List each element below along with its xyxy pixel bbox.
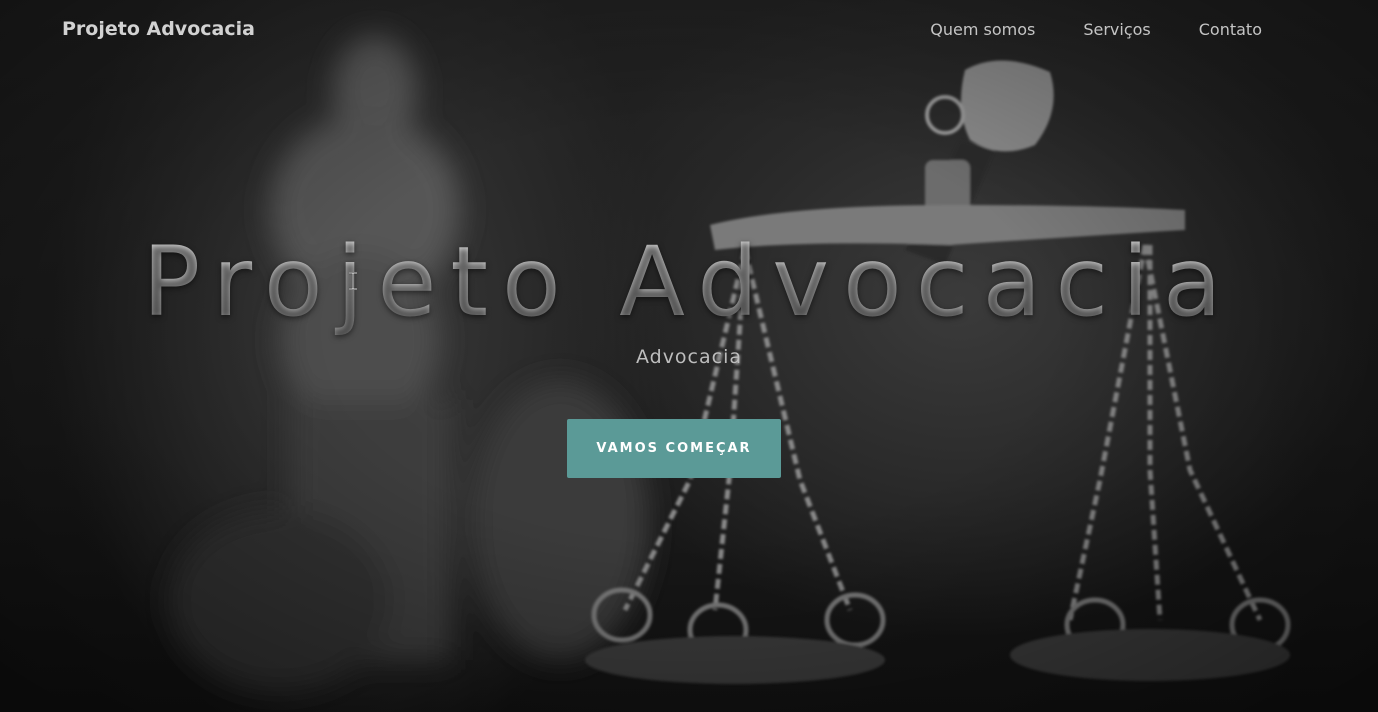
navbar: Projeto Advocacia Quem somos Serviços Co…	[0, 0, 1378, 62]
nav-link-servicos[interactable]: Serviços	[1083, 20, 1150, 39]
get-started-button[interactable]: VAMOS COMEÇAR	[567, 419, 781, 478]
brand-logo-link[interactable]: Projeto Advocacia	[62, 18, 255, 40]
landing-page: Projeto Advocacia Quem somos Serviços Co…	[0, 0, 1378, 712]
nav-menu: Quem somos Serviços Contato	[930, 20, 1262, 39]
text-cursor-icon	[349, 272, 357, 290]
nav-link-contato[interactable]: Contato	[1199, 20, 1262, 39]
hero-title: Projeto Advocacia	[0, 226, 1378, 338]
hero-subtitle: Advocacia	[635, 346, 743, 368]
nav-link-quem-somos[interactable]: Quem somos	[930, 20, 1035, 39]
